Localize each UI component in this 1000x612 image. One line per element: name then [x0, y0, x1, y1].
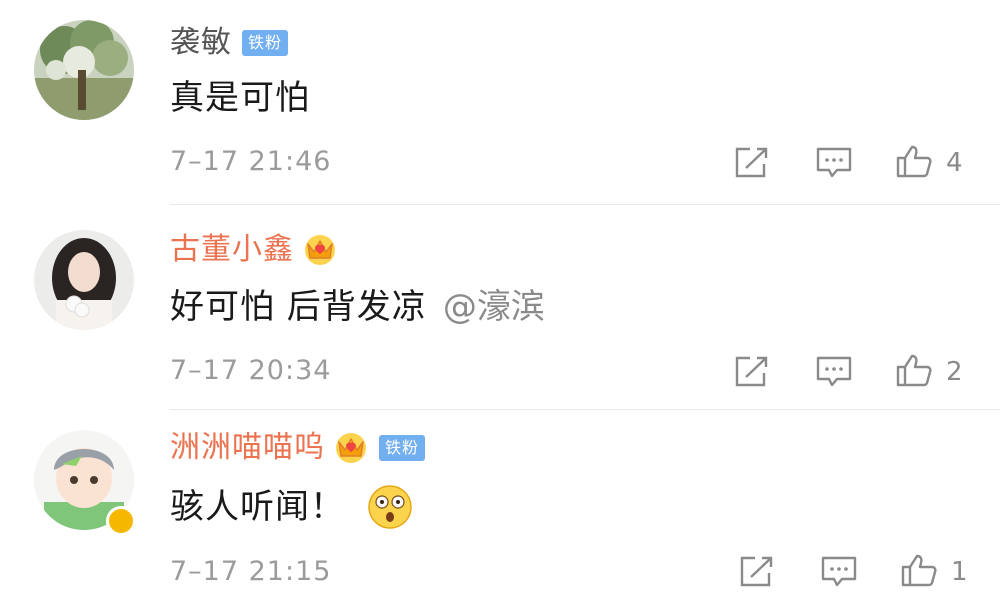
forward-icon[interactable] — [733, 355, 771, 389]
like-count: 4 — [946, 148, 963, 178]
comment-item: 洲洲喵喵呜 铁粉 骇人听闻！ 7–17 21:15 1 — [0, 410, 1000, 612]
username[interactable]: 洲洲喵喵呜 — [170, 428, 325, 468]
avatar[interactable] — [34, 230, 134, 330]
comment-time: 7–17 20:34 — [170, 355, 332, 386]
like-count: 1 — [951, 557, 968, 587]
comment-time: 7–17 21:46 — [170, 146, 332, 177]
name-row: 古董小鑫 — [170, 230, 338, 270]
crown-icon[interactable] — [302, 232, 338, 268]
forward-icon[interactable] — [738, 555, 776, 589]
comment-icon[interactable] — [815, 146, 853, 180]
comment-icon[interactable] — [815, 355, 853, 389]
comment-item: 古董小鑫 好可怕 后背发凉 @濠滨 7–17 20:34 2 — [0, 205, 1000, 410]
comment-text: 好可怕 后背发凉 — [170, 287, 427, 327]
like-thumb-icon[interactable] — [895, 144, 933, 178]
crown-icon[interactable] — [333, 430, 369, 466]
watermark: @濠滨 — [442, 287, 545, 327]
like-thumb-icon[interactable] — [900, 553, 938, 587]
comment-text: 骇人听闻！ — [170, 487, 345, 527]
comment-time: 7–17 21:15 — [170, 556, 332, 587]
comment-icon[interactable] — [820, 555, 858, 589]
like-thumb-icon[interactable] — [895, 353, 933, 387]
comment-text-row: 好可怕 后背发凉 @濠滨 — [170, 285, 545, 329]
username[interactable]: 古董小鑫 — [170, 230, 294, 270]
like-count: 2 — [946, 357, 963, 387]
forward-icon[interactable] — [733, 146, 771, 180]
shocked-emoji-icon — [368, 485, 412, 529]
username[interactable]: 袭敏 — [170, 23, 232, 63]
fan-badge[interactable]: 铁粉 — [379, 435, 426, 461]
fan-badge[interactable]: 铁粉 — [242, 30, 289, 56]
name-row: 洲洲喵喵呜 铁粉 — [170, 428, 426, 468]
comment-text-row: 骇人听闻！ — [170, 484, 413, 530]
verified-icon — [106, 506, 136, 536]
comment-item: 袭敏 铁粉 真是可怕 7–17 21:46 4 — [0, 0, 1000, 205]
comment-text-row: 真是可怕 — [170, 76, 310, 120]
avatar[interactable] — [34, 20, 134, 120]
name-row: 袭敏 铁粉 — [170, 23, 289, 63]
comment-text: 真是可怕 — [170, 78, 310, 118]
